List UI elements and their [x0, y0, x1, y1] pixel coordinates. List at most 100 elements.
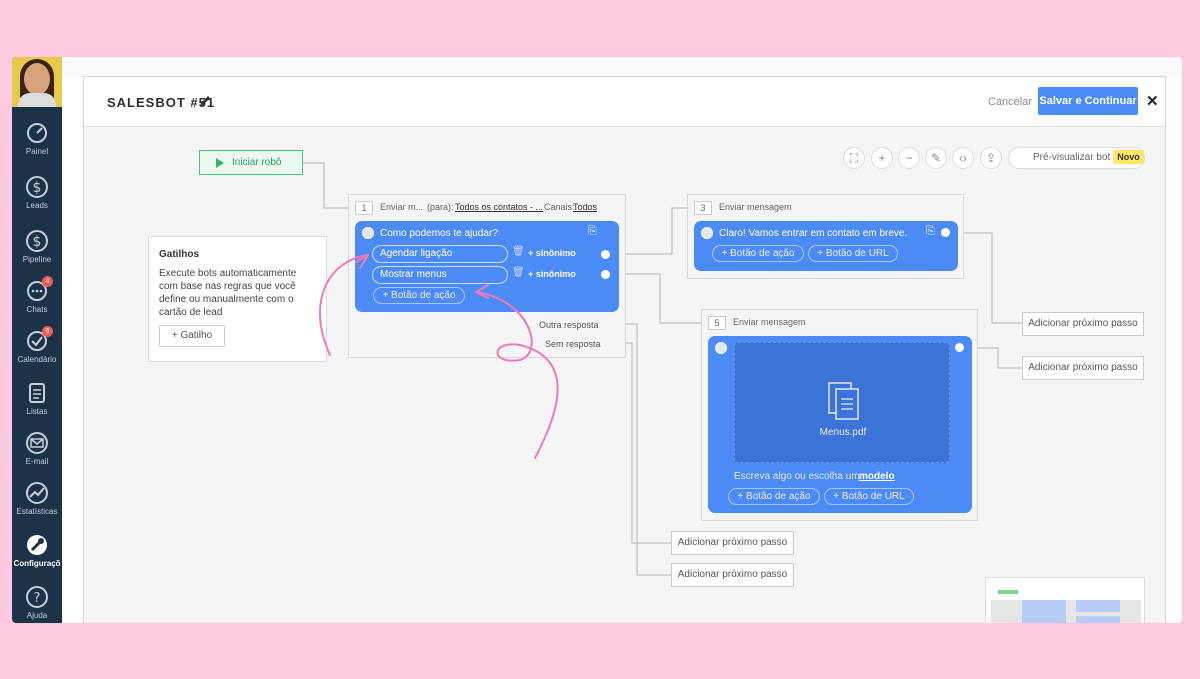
- preview-label: Pré-visualizar bot: [1033, 152, 1111, 163]
- sidebar-item-label: Pipeline: [22, 255, 52, 264]
- bot-icon: [362, 227, 374, 239]
- channels-selector[interactable]: Todos: [573, 195, 597, 219]
- sidebar-item-ajuda[interactable]: ? Ajuda: [12, 585, 62, 620]
- add-next-step-button[interactable]: Adicionar próximo passo: [671, 563, 794, 587]
- message-block[interactable]: Como podemos te ajudar? ⎘ Agendar ligaçã…: [355, 221, 619, 312]
- step-5: 5 Enviar mensagem Menus.pdf Escreva algo…: [701, 309, 978, 521]
- template-link[interactable]: modelo: [859, 471, 895, 482]
- sidebar-item-label: Leads: [26, 201, 48, 210]
- step-action: Enviar mensagem: [719, 202, 792, 212]
- step-3: 3 Enviar mensagem Claro! Vamos entrar em…: [687, 194, 964, 279]
- button-mostrar-menus[interactable]: Mostrar menus: [372, 266, 508, 284]
- step-number: 5: [708, 316, 726, 330]
- step-action: Enviar m...: [380, 202, 424, 212]
- add-action-button[interactable]: + Botão de ação: [373, 287, 465, 304]
- step-1: 1 Enviar m... (para): Todos os contatos …: [348, 194, 626, 358]
- add-action-button[interactable]: + Botão de ação: [712, 245, 804, 262]
- add-trigger-button[interactable]: + Gatilho: [159, 325, 225, 347]
- sidebar-item-listas[interactable]: Listas: [12, 381, 62, 416]
- app-frame: Painel $ Leads $ Pipeline 4 Chats 6 Cale…: [12, 57, 1182, 623]
- message-text[interactable]: Como podemos te ajudar?: [380, 228, 498, 239]
- background-page: [62, 57, 1182, 77]
- avatar[interactable]: [12, 57, 62, 107]
- no-response-label: Sem resposta: [545, 339, 601, 349]
- trash-icon[interactable]: 🗑: [512, 246, 525, 257]
- message-text[interactable]: Claro! Vamos entrar em contato em breve.: [719, 228, 907, 239]
- connector-dot[interactable]: [601, 270, 610, 279]
- triggers-description: Execute bots automaticamente com base na…: [159, 268, 297, 318]
- message-block[interactable]: Menus.pdf Escreva algo ou escolha um mod…: [708, 336, 972, 513]
- attachment-icon[interactable]: ⎘: [588, 225, 597, 238]
- code-button[interactable]: ‹›: [952, 147, 974, 169]
- step-number: 3: [694, 201, 712, 215]
- help-icon: ?: [26, 586, 48, 608]
- preview-bot-button[interactable]: Pré-visualizar bot Novo: [1008, 147, 1145, 169]
- other-response-label: Outra resposta: [539, 320, 599, 330]
- sidebar-item-label: Chats: [26, 305, 48, 314]
- step-5-header: 5 Enviar mensagem: [702, 310, 977, 334]
- trash-icon[interactable]: 🗑: [512, 267, 525, 278]
- mail-icon: [26, 432, 48, 454]
- sidebar-item-label: Painel: [25, 147, 49, 156]
- magic-wand-button[interactable]: ✎: [925, 147, 947, 169]
- connector-dot[interactable]: [941, 228, 950, 237]
- sidebar-item-label: Configuraçõ: [13, 559, 61, 568]
- sidebar-item-calendario[interactable]: 6 Calendário: [12, 326, 62, 364]
- step-para: (para):: [427, 202, 454, 212]
- chats-badge: 4: [42, 276, 53, 287]
- svg-text:$: $: [33, 234, 42, 250]
- add-url-button[interactable]: + Botão de URL: [808, 245, 898, 262]
- export-button[interactable]: ⇪: [980, 147, 1002, 169]
- sidebar-item-label: Listas: [26, 407, 48, 416]
- add-next-step-button[interactable]: Adicionar próximo passo: [1022, 356, 1144, 380]
- list-icon: [29, 383, 45, 403]
- sidebar-item-estatisticas[interactable]: Estatísticas: [12, 481, 62, 516]
- attachment-icon[interactable]: ⎘: [926, 225, 935, 238]
- sidebar-item-leads[interactable]: $ Leads: [12, 175, 62, 210]
- bot-icon: [701, 227, 713, 239]
- add-action-button[interactable]: + Botão de ação: [728, 488, 820, 505]
- dollar-icon: $: [26, 176, 48, 198]
- sidebar-item-painel[interactable]: Painel: [12, 121, 62, 156]
- message-block[interactable]: Claro! Vamos entrar em contato em breve.…: [694, 221, 958, 271]
- hint-text: Escreva algo ou escolha um: [734, 471, 860, 482]
- add-url-button[interactable]: + Botão de URL: [824, 488, 914, 505]
- add-next-step-button[interactable]: Adicionar próximo passo: [671, 531, 794, 555]
- contacts-selector[interactable]: Todos os contatos - ...: [455, 195, 543, 219]
- bot-icon: [715, 342, 727, 354]
- start-bot-button[interactable]: Iniciar robô: [199, 150, 303, 175]
- settings-icon: [27, 535, 47, 555]
- triggers-title: Gatilhos: [159, 249, 200, 260]
- channels-label: Canais:: [544, 202, 575, 212]
- sidebar-item-configuracoes[interactable]: Configuraçõ: [12, 533, 62, 568]
- sidebar-item-label: Calendário: [17, 355, 57, 364]
- zoom-out-button[interactable]: −: [898, 147, 920, 169]
- sidebar-item-email[interactable]: E-mail: [12, 431, 62, 466]
- sidebar-item-pipeline[interactable]: $ Pipeline: [12, 229, 62, 264]
- sidebar-item-label: Estatísticas: [16, 507, 58, 516]
- dollar-icon: $: [26, 230, 48, 252]
- synonym-link[interactable]: + sinônimo: [528, 269, 576, 279]
- stats-icon: [26, 482, 48, 504]
- add-next-step-button[interactable]: Adicionar próximo passo: [1022, 312, 1144, 336]
- button-agendar-ligacao[interactable]: Agendar ligação: [372, 245, 508, 263]
- step-number: 1: [355, 201, 373, 215]
- step-action: Enviar mensagem: [733, 317, 806, 327]
- calendar-badge: 6: [42, 326, 53, 337]
- zoom-in-button[interactable]: +: [871, 147, 893, 169]
- file-attachment[interactable]: Menus.pdf: [734, 342, 950, 463]
- synonym-link[interactable]: + sinônimo: [528, 248, 576, 258]
- svg-text:$: $: [33, 180, 42, 196]
- start-label: Iniciar robô: [232, 157, 282, 168]
- fullscreen-button[interactable]: ⛶: [843, 147, 865, 169]
- document-icon: [828, 382, 859, 420]
- new-badge: Novo: [1113, 150, 1144, 164]
- sidebar: Painel $ Leads $ Pipeline 4 Chats 6 Cale…: [12, 57, 62, 623]
- connector-dot[interactable]: [955, 343, 964, 352]
- sidebar-item-chats[interactable]: 4 Chats: [12, 276, 62, 314]
- connector-dot[interactable]: [601, 250, 610, 259]
- file-name: Menus.pdf: [819, 427, 867, 438]
- minimap[interactable]: [985, 577, 1145, 623]
- sidebar-item-label: E-mail: [25, 457, 49, 466]
- salesbot-editor: SALESBOT #51 Cancelar Salvar e Continuar…: [83, 76, 1166, 623]
